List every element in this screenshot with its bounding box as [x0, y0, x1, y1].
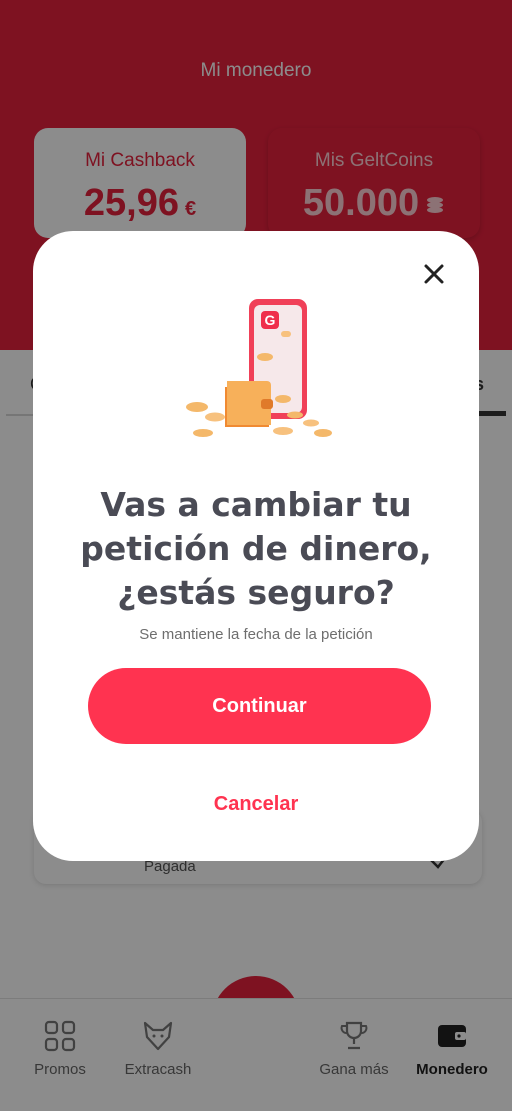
confirm-dialog: G Vas a cambiar tu petición de dinero, ¿… — [33, 231, 479, 861]
wallet-icon — [225, 381, 273, 427]
close-button[interactable] — [419, 259, 449, 289]
continue-button[interactable]: Continuar — [88, 668, 431, 744]
svg-text:G: G — [265, 312, 276, 328]
modal-title: Vas a cambiar tu petición de dinero, ¿es… — [80, 485, 432, 612]
close-icon — [424, 264, 444, 284]
wallet-phone-illustration: G — [186, 299, 332, 437]
cancel-button[interactable]: Cancelar — [156, 787, 356, 821]
modal-subtitle: Se mantiene la fecha de la petición — [139, 626, 373, 643]
